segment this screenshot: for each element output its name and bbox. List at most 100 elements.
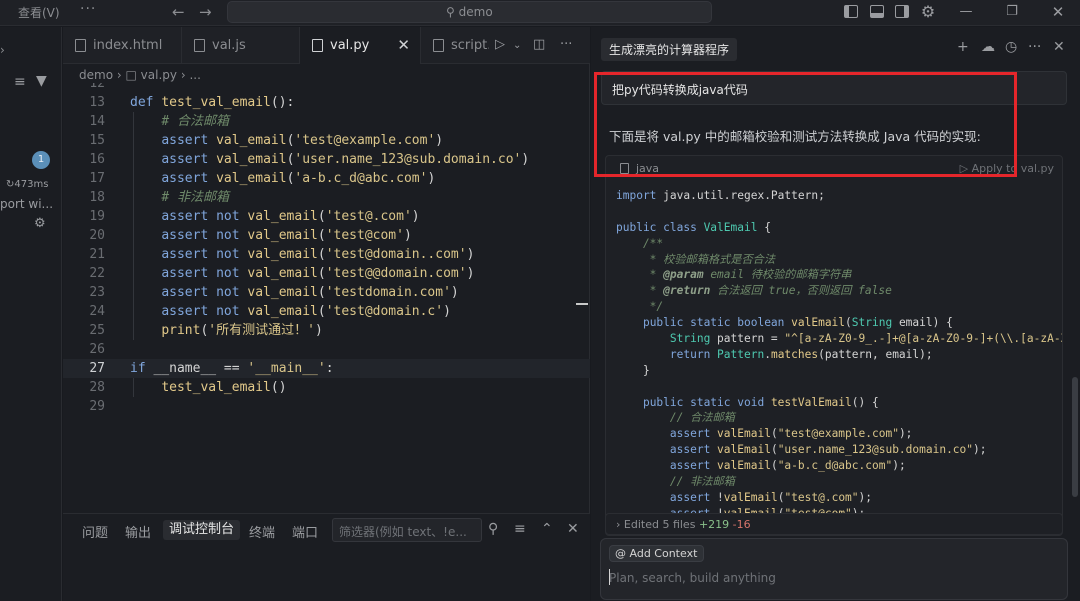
tab-val-py[interactable]: val.py ✕ xyxy=(300,27,421,64)
chevron-up-icon[interactable]: ⌃ xyxy=(541,521,553,537)
close-window-icon[interactable]: ✕ xyxy=(1050,4,1066,20)
code-line[interactable]: 22 assert not val_email('test@@domain.co… xyxy=(63,264,590,283)
chat-title-tab[interactable]: 生成漂亮的计算器程序 xyxy=(601,38,738,61)
filter-input[interactable]: 筛选器(例如 text、!e... xyxy=(332,518,482,542)
cloud-icon[interactable]: ☁ xyxy=(981,39,995,55)
run-icon[interactable]: ▷ xyxy=(495,37,505,52)
list-icon[interactable]: ≡ xyxy=(514,521,526,537)
timer-label: ↻473ms xyxy=(6,179,49,190)
tab-script[interactable]: script. xyxy=(421,27,489,64)
java-code-line: */ xyxy=(616,300,664,314)
chevron-icon[interactable]: › xyxy=(0,43,5,57)
line-number: 26 xyxy=(89,342,105,357)
code-line[interactable]: 23 assert not val_email('testdomain.com'… xyxy=(63,283,590,302)
code-text: if __name__ == '__main__': xyxy=(130,361,334,376)
line-number: 19 xyxy=(89,209,105,224)
code-line[interactable]: 16 assert val_email('user.name_123@sub.d… xyxy=(63,150,590,169)
add-context-button[interactable]: @ Add Context xyxy=(609,545,705,562)
toggle-panel-icon[interactable] xyxy=(870,5,884,18)
tab-terminal[interactable]: 终端 xyxy=(249,522,275,541)
java-code-line xyxy=(616,379,1062,395)
close-icon[interactable]: ✕ xyxy=(1053,39,1065,55)
restore-icon[interactable]: ❐ xyxy=(1004,4,1020,20)
code-line[interactable]: 19 assert not val_email('test@.com') xyxy=(63,207,590,226)
java-code-line xyxy=(616,204,1062,220)
history-icon[interactable]: ◷ xyxy=(1005,39,1017,55)
plus-icon[interactable]: + xyxy=(957,39,969,55)
code-line[interactable]: 15 assert val_email('test@example.com') xyxy=(63,131,590,150)
more-actions-icon[interactable]: ··· xyxy=(1028,39,1041,55)
file-icon xyxy=(194,39,205,52)
code-text: assert not val_email('test@domain.c') xyxy=(161,304,451,319)
code-line[interactable]: 28 test_val_email() xyxy=(63,378,590,397)
code-line[interactable]: 18 # 非法邮箱 xyxy=(63,188,590,207)
line-number: 16 xyxy=(89,152,105,167)
code-line-partial: 12 xyxy=(89,83,105,91)
file-icon xyxy=(312,39,323,52)
toggle-sidebar-icon[interactable] xyxy=(844,5,858,18)
code-line[interactable]: 21 assert not val_email('test@domain..co… xyxy=(63,245,590,264)
chat-input-box[interactable]: @ Add Context Plan, search, build anythi… xyxy=(600,538,1068,600)
chat-input-placeholder[interactable]: Plan, search, build anything xyxy=(609,571,776,585)
arrow-right-icon[interactable]: → xyxy=(199,3,212,21)
code-line[interactable]: 13 def test_val_email(): xyxy=(63,93,590,112)
code-line[interactable]: 17 assert val_email('a-b.c_d@abc.com') xyxy=(63,169,590,188)
code-line[interactable]: 26 xyxy=(63,340,590,359)
bottom-panel: 问题 输出 调试控制台 终端 端口 筛选器(例如 text、!e... ⚲ ≡ … xyxy=(63,513,590,601)
line-number: 20 xyxy=(89,228,105,243)
java-code-line: String pattern = "^[a-zA-Z0-9_.-]+@[a-zA… xyxy=(669,332,1062,346)
code-line[interactable]: 14 # 合法邮箱 xyxy=(63,112,590,131)
code-block: java ▷ Apply to val.py import java.util.… xyxy=(605,155,1063,536)
code-line[interactable]: 27 if __name__ == '__main__': xyxy=(63,359,590,378)
tab-problems[interactable]: 问题 xyxy=(82,522,108,541)
split-editor-icon[interactable]: ◫ xyxy=(533,37,545,52)
list-filter-icon[interactable]: ≡ xyxy=(14,74,26,90)
chevron-down-icon[interactable]: ⌄ xyxy=(513,40,521,51)
gear-icon[interactable]: ⚙ xyxy=(920,4,936,20)
line-number: 29 xyxy=(89,399,105,414)
java-code-line: // 合法邮箱 xyxy=(616,411,735,425)
tab-output[interactable]: 输出 xyxy=(125,522,151,541)
code-text: def test_val_email(): xyxy=(130,95,295,110)
close-icon[interactable]: ✕ xyxy=(567,521,579,537)
editor-tabs: index.html val.js val.py ✕ script. ▷ ⌄ ◫… xyxy=(63,27,590,64)
java-code-line: assert valEmail("test@example.com"); xyxy=(669,427,913,441)
menu-view[interactable]: 查看(V) xyxy=(18,4,60,21)
activity-bar: › ≡ ▼ 1 ↻473ms port wi... ⚙ xyxy=(0,27,62,601)
java-code[interactable]: import java.util.regex.Pattern; public c… xyxy=(616,188,1062,522)
tab-index-html[interactable]: index.html xyxy=(63,27,182,64)
code-line[interactable]: 24 assert not val_email('test@domain.c') xyxy=(63,302,590,321)
more-menu-icon[interactable]: ··· xyxy=(80,1,96,17)
edited-files-bar[interactable]: › Edited 5 files +219 -16 xyxy=(605,513,1063,535)
minimize-icon[interactable]: — xyxy=(958,4,974,20)
toggle-secondary-sidebar-icon[interactable] xyxy=(895,5,909,18)
code-text: print('所有测试通过！') xyxy=(161,323,323,338)
tab-ports[interactable]: 端口 xyxy=(292,522,318,541)
minimap-marker xyxy=(576,303,588,305)
gear-icon[interactable]: ⚙ xyxy=(34,216,46,231)
tab-debug-console[interactable]: 调试控制台 xyxy=(163,520,241,540)
tab-val-js[interactable]: val.js xyxy=(182,27,300,64)
code-text: assert not val_email('test@.com') xyxy=(161,209,420,224)
java-code-line: assert valEmail("user.name_123@sub.domai… xyxy=(669,443,987,457)
code-line[interactable]: 20 assert not val_email('test@com') xyxy=(63,226,590,245)
code-line[interactable]: 29 xyxy=(63,397,590,416)
file-icon: □ xyxy=(125,68,137,82)
funnel-icon[interactable]: ▼ xyxy=(36,73,47,89)
search-icon[interactable]: ⚲ xyxy=(488,521,498,537)
scrollbar[interactable] xyxy=(1072,377,1078,497)
arrow-left-icon[interactable]: ← xyxy=(172,3,185,21)
code-line[interactable]: 25 print('所有测试通过！') xyxy=(63,321,590,340)
code-lines[interactable]: 12 13 def test_val_email(): 14 # 合法邮箱 15 as… xyxy=(63,83,590,416)
chat-header: 生成漂亮的计算器程序 + ☁ ◷ ··· ✕ xyxy=(591,27,1080,67)
code-text: assert not val_email('test@@domain.com') xyxy=(161,266,475,281)
search-text: ⚲ demo xyxy=(446,5,493,19)
more-actions-icon[interactable]: ··· xyxy=(560,37,572,52)
close-icon[interactable]: ✕ xyxy=(397,36,410,54)
file-icon xyxy=(75,39,86,52)
chevron-right-icon: › xyxy=(616,518,621,531)
code-text: test_val_email() xyxy=(161,380,287,395)
line-number: 25 xyxy=(89,323,105,338)
command-search[interactable]: ⚲ demo xyxy=(227,1,712,23)
java-code-line: * @param email 待校验的邮箱字符串 xyxy=(616,268,852,282)
